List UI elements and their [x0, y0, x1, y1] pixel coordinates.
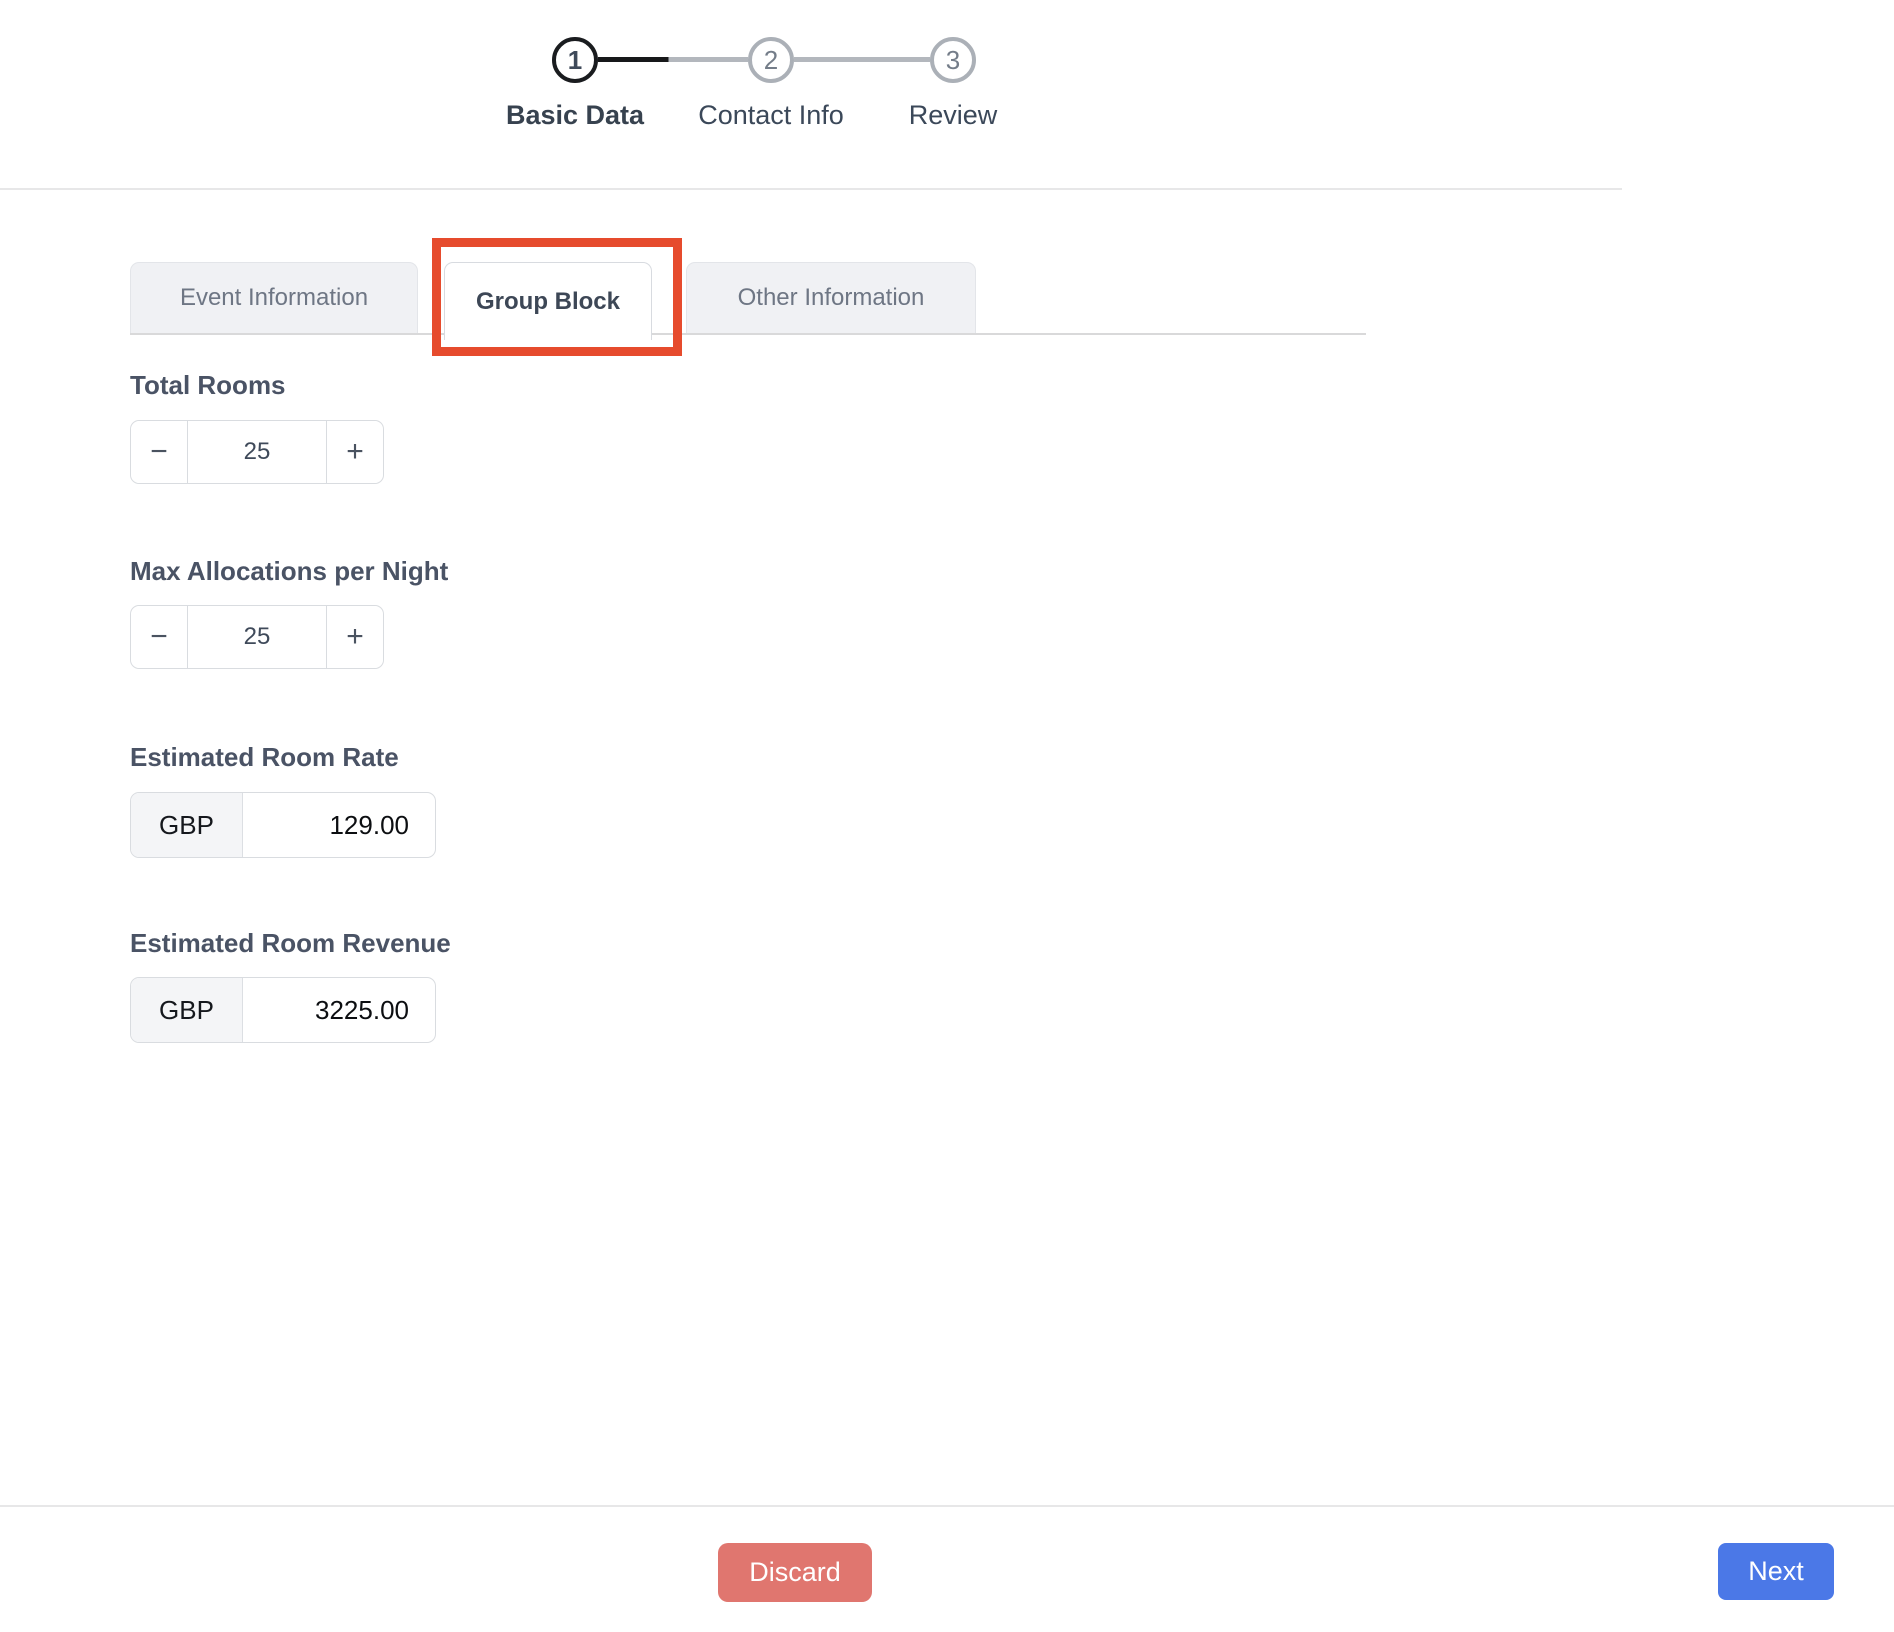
wizard-step-number: 2: [764, 45, 778, 76]
room-rate-currency-prefix: GBP: [131, 793, 243, 857]
wizard-step-basic-data[interactable]: 1 Basic Data: [552, 37, 598, 83]
next-button[interactable]: Next: [1718, 1543, 1834, 1600]
wizard-step-label: Basic Data: [506, 100, 644, 131]
wizard-step-review[interactable]: 3 Review: [930, 37, 976, 83]
room-rate-field: GBP 129.00: [130, 792, 436, 858]
max-allocations-increment-button[interactable]: +: [326, 606, 383, 668]
wizard-step-contact-info[interactable]: 2 Contact Info: [748, 37, 794, 83]
total-rooms-stepper: − 25 +: [130, 420, 384, 484]
wizard-stepper: 1 Basic Data 2 Contact Info 3 Review: [552, 37, 976, 83]
tab-label: Other Information: [738, 284, 925, 312]
total-rooms-label: Total Rooms: [130, 370, 286, 401]
total-rooms-decrement-button[interactable]: −: [131, 421, 188, 483]
tab-group-block[interactable]: Group Block: [444, 262, 652, 340]
wizard-step-circle: 1: [552, 37, 598, 83]
tab-other-information[interactable]: Other Information: [686, 262, 976, 333]
tab-label: Group Block: [476, 288, 620, 316]
wizard-connector-2-3: [794, 57, 930, 62]
wizard-step-circle: 3: [930, 37, 976, 83]
wizard-step-label: Contact Info: [698, 100, 844, 131]
tab-label: Event Information: [180, 284, 368, 312]
room-rate-input[interactable]: 129.00: [243, 793, 435, 857]
wizard-step-label: Review: [909, 100, 998, 131]
max-allocations-stepper: − 25 +: [130, 605, 384, 669]
discard-button[interactable]: Discard: [718, 1543, 872, 1602]
room-revenue-field: GBP 3225.00: [130, 977, 436, 1043]
max-allocations-decrement-button[interactable]: −: [131, 606, 188, 668]
wizard-step-circle: 2: [748, 37, 794, 83]
total-rooms-increment-button[interactable]: +: [326, 421, 383, 483]
wizard-step-number: 3: [946, 45, 960, 76]
max-allocations-value[interactable]: 25: [188, 606, 326, 668]
header-divider: [0, 188, 1622, 190]
footer-divider: [0, 1505, 1894, 1507]
total-rooms-value[interactable]: 25: [188, 421, 326, 483]
tab-event-information[interactable]: Event Information: [130, 262, 418, 333]
wizard-step-number: 1: [568, 45, 582, 76]
max-allocations-label: Max Allocations per Night: [130, 556, 448, 587]
room-revenue-currency-prefix: GBP: [131, 978, 243, 1042]
wizard-connector-1-2: [598, 57, 748, 62]
tab-bar: Event Information Group Block Other Info…: [130, 262, 976, 340]
room-revenue-label: Estimated Room Revenue: [130, 928, 451, 959]
room-rate-label: Estimated Room Rate: [130, 742, 399, 773]
room-revenue-input[interactable]: 3225.00: [243, 978, 435, 1042]
